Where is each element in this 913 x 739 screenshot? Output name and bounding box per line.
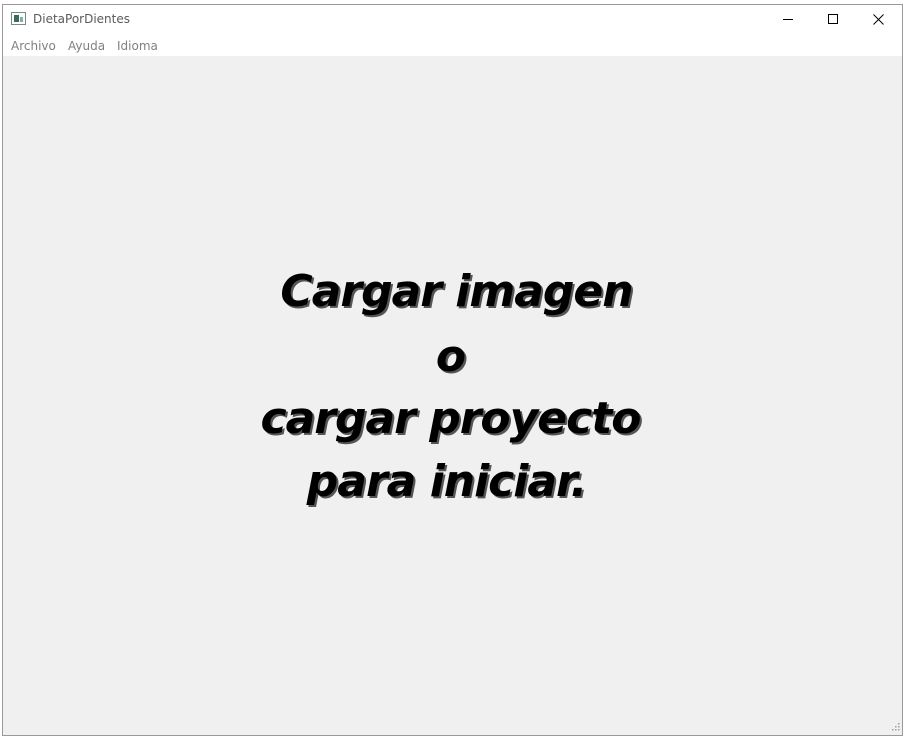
menu-bar: Archivo Ayuda Idioma [3,35,902,56]
title-bar[interactable]: DietaPorDientes [3,5,902,35]
main-content-area: Cargar imagen o cargar proyecto para ini… [3,56,902,735]
app-window-icon[interactable] [11,12,26,25]
menu-ayuda[interactable]: Ayuda [68,39,105,53]
close-icon [873,14,884,25]
prompt-line-to-start: para iniciar. [306,456,587,507]
menu-idioma[interactable]: Idioma [117,39,158,53]
prompt-line-load-image: Cargar imagen [280,266,633,317]
maximize-button[interactable] [811,5,856,34]
menu-archivo[interactable]: Archivo [11,39,56,53]
prompt-line-load-project: cargar proyecto [260,393,642,444]
prompt-line-or: o [435,331,466,382]
close-button[interactable] [856,5,901,34]
maximize-icon [828,14,838,24]
minimize-icon [783,19,793,20]
app-window: DietaPorDientes Archivo Ayuda Idioma Car… [2,4,903,736]
minimize-button[interactable] [766,5,811,34]
window-title: DietaPorDientes [33,12,131,26]
resize-grip-icon[interactable] [890,723,900,733]
